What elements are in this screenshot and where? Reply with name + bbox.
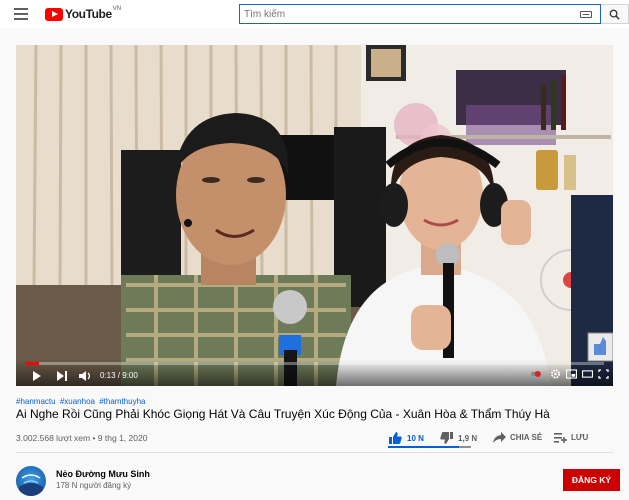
share-icon	[493, 432, 506, 443]
time-display: 0:13 / 9:00	[100, 371, 138, 380]
volume-icon[interactable]	[78, 370, 92, 382]
video-title: Ai Nghe Rồi Cũng Phải Khóc Giọng Hát Và …	[16, 407, 550, 421]
like-count: 10 N	[407, 433, 424, 443]
subscribe-button[interactable]: ĐĂNG KÝ	[563, 469, 620, 491]
hashtag-link[interactable]: #hanmactu	[16, 397, 56, 406]
like-ratio-bar	[388, 446, 471, 448]
search-box	[239, 4, 601, 24]
thumbs-up-icon	[389, 432, 402, 444]
progress-bar[interactable]	[25, 362, 604, 365]
fullscreen-icon[interactable]	[598, 369, 609, 379]
add-to-playlist-icon	[554, 433, 567, 443]
dislike-button[interactable]: 1,9 N	[440, 432, 477, 444]
save-button[interactable]: LƯU	[554, 432, 588, 443]
next-icon[interactable]	[56, 370, 68, 382]
player-controls: 0:13 / 9:00	[16, 360, 613, 386]
search-icon	[609, 9, 620, 20]
share-button[interactable]: CHIA SẺ	[493, 432, 542, 443]
theater-mode-icon[interactable]	[582, 369, 593, 379]
video-player[interactable]: 0:13 / 9:00	[16, 45, 613, 386]
youtube-play-icon	[45, 7, 63, 21]
masthead: YouTube VN	[0, 0, 629, 28]
channel-avatar[interactable]	[16, 466, 46, 496]
like-ratio-fill	[388, 446, 459, 448]
settings-gear-icon[interactable]	[550, 369, 561, 379]
save-label: LƯU	[571, 433, 589, 442]
subscriber-count: 178 N người đăng ký	[56, 481, 132, 490]
logo-region: VN	[112, 6, 122, 12]
hamburger-menu-icon[interactable]	[14, 8, 28, 20]
progress-fill	[25, 362, 39, 365]
keyboard-icon[interactable]	[580, 11, 592, 18]
miniplayer-icon[interactable]	[566, 369, 577, 379]
channel-logo-icon	[19, 474, 43, 496]
divider	[16, 452, 613, 453]
share-label: CHIA SẺ	[510, 433, 543, 442]
logo-text: YouTube	[65, 7, 112, 21]
search-button[interactable]	[601, 4, 629, 24]
hashtag-link[interactable]: #thamthuyha	[99, 397, 145, 406]
dislike-count: 1,9 N	[458, 433, 478, 443]
video-frame	[16, 45, 613, 386]
search-input[interactable]	[240, 8, 570, 20]
autoplay-icon[interactable]	[531, 369, 542, 379]
thumbs-down-icon	[440, 432, 453, 444]
hashtag-link[interactable]: #xuanhoa	[60, 397, 95, 406]
like-button[interactable]: 10 N	[389, 432, 424, 444]
channel-name[interactable]: Nẻo Đường Mưu Sinh	[56, 469, 150, 479]
youtube-logo[interactable]: YouTube VN	[45, 6, 122, 21]
video-meta: 3.002.568 lượt xem • 9 thg 1, 2020	[16, 433, 148, 443]
play-icon[interactable]	[32, 370, 42, 382]
hashtags: #hanmactu #xuanhoa #thamthuyha	[16, 397, 147, 406]
